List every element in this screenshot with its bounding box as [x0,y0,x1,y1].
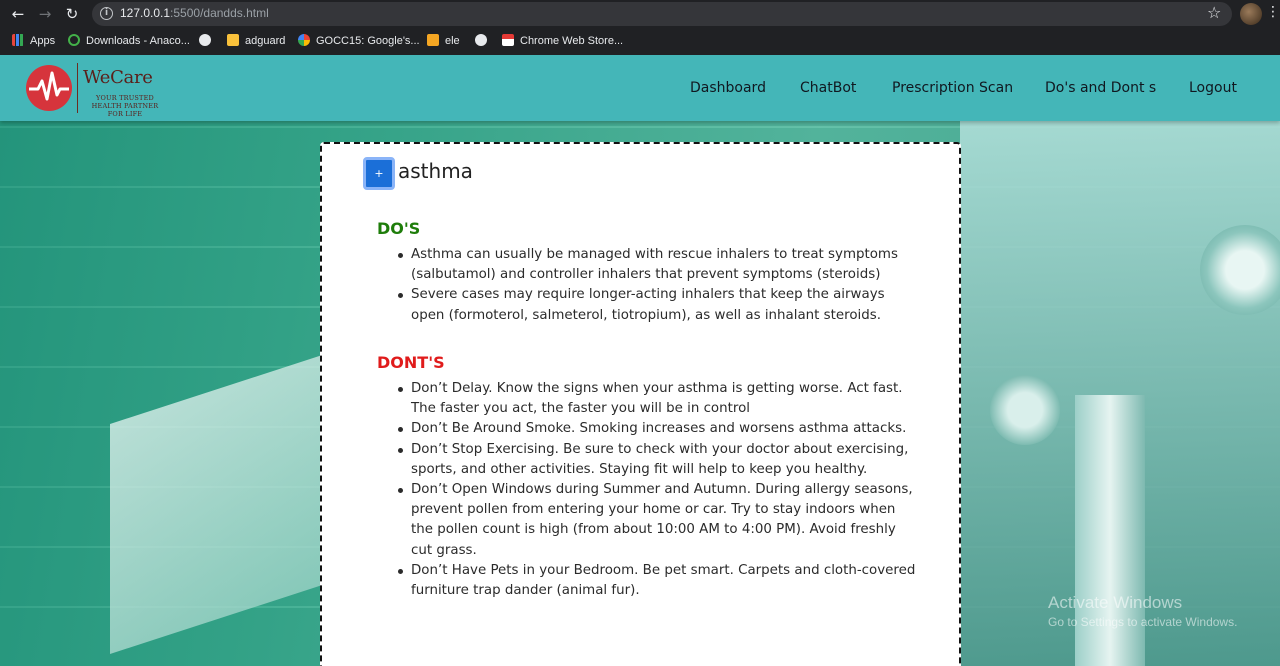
globe-icon [199,34,211,46]
heartbeat-logo-icon[interactable] [26,65,72,111]
activate-windows-watermark: Activate Windows Go to Settings to activ… [1048,593,1237,629]
page-background: WeCare Your Trusted Health Partner For L… [0,55,1280,666]
background-light-panel [110,346,350,654]
anaconda-icon [68,34,80,46]
watermark-line-2: Go to Settings to activate Windows. [1048,615,1238,629]
watermark-line-1: Activate Windows [1048,593,1183,612]
apps-grid-icon [12,34,24,46]
background-surgical-lamp-2 [990,375,1060,445]
bookmark-ele[interactable]: ele [427,34,460,50]
donts-heading: DONT'S [377,353,445,372]
bookmark-globe-2[interactable] [475,34,493,50]
reload-icon[interactable]: ↻ [62,4,82,24]
donts-item: Don’t Stop Exercising. Be sure to check … [398,440,921,480]
top-navbar: WeCare Your Trusted Health Partner For L… [0,55,1280,121]
nav-prescription-scan[interactable]: Prescription Scan [892,80,1013,96]
donts-item: Don’t Have Pets in your Bedroom. Be pet … [398,561,921,601]
bookmark-anaconda[interactable]: Downloads - Anaco... [68,34,190,50]
dos-list: Asthma can usually be managed with rescu… [398,245,921,326]
chrome-web-store-icon [502,34,514,46]
menu-kebab-icon[interactable]: ⋮ [1266,4,1280,20]
bookmark-adguard[interactable]: adguard [227,34,285,50]
disease-title: asthma [398,159,473,183]
brand-name[interactable]: WeCare [83,67,153,88]
google-icon [298,34,310,46]
dos-item: Asthma can usually be managed with rescu… [398,245,921,285]
background-surgical-lamp [1200,225,1280,315]
donts-item: Don’t Open Windows during Summer and Aut… [398,480,921,561]
dos-item: Severe cases may require longer-acting i… [398,285,921,325]
bookmark-apps[interactable]: Apps [12,34,55,50]
donts-item: Don’t Delay. Know the signs when your as… [398,379,921,419]
globe-icon [475,34,487,46]
logo-divider [77,63,78,113]
dos-donts-card: + asthma DO'S Asthma can usually be mana… [320,142,961,666]
ele-icon [427,34,439,46]
bookmark-globe-1[interactable] [199,34,217,50]
nav-chatbot[interactable]: ChatBot [800,80,856,96]
nav-dos-and-donts[interactable]: Do's and Dont s [1045,80,1156,96]
donts-list: Don’t Delay. Know the signs when your as… [398,379,921,601]
back-arrow-icon[interactable]: ← [8,4,28,24]
bookmark-gocc15[interactable]: GOCC15: Google's... [298,34,420,50]
site-info-icon[interactable]: i [100,7,113,20]
url-text[interactable]: 127.0.0.1:5500/dandds.html [120,6,269,20]
brand-tagline: Your Trusted Health Partner For Life [91,94,159,118]
profile-avatar[interactable] [1240,3,1262,25]
nav-dashboard[interactable]: Dashboard [690,80,766,96]
donts-item: Don’t Be Around Smoke. Smoking increases… [398,419,921,439]
bookmarks-bar: Apps Downloads - Anaco... adguard GOCC15… [0,28,1280,55]
browser-toolbar: ← → ↻ i 127.0.0.1:5500/dandds.html ☆ ⋮ [0,0,1280,28]
adguard-icon [227,34,239,46]
add-button[interactable]: + [363,157,395,190]
bookmark-star-icon[interactable]: ☆ [1207,3,1221,22]
forward-arrow-icon[interactable]: → [35,4,55,24]
nav-logout[interactable]: Logout [1189,80,1237,96]
dos-heading: DO'S [377,219,421,238]
bookmark-chrome-web-store[interactable]: Chrome Web Store... [502,34,623,50]
address-bar[interactable]: i 127.0.0.1:5500/dandds.html [92,2,1232,26]
